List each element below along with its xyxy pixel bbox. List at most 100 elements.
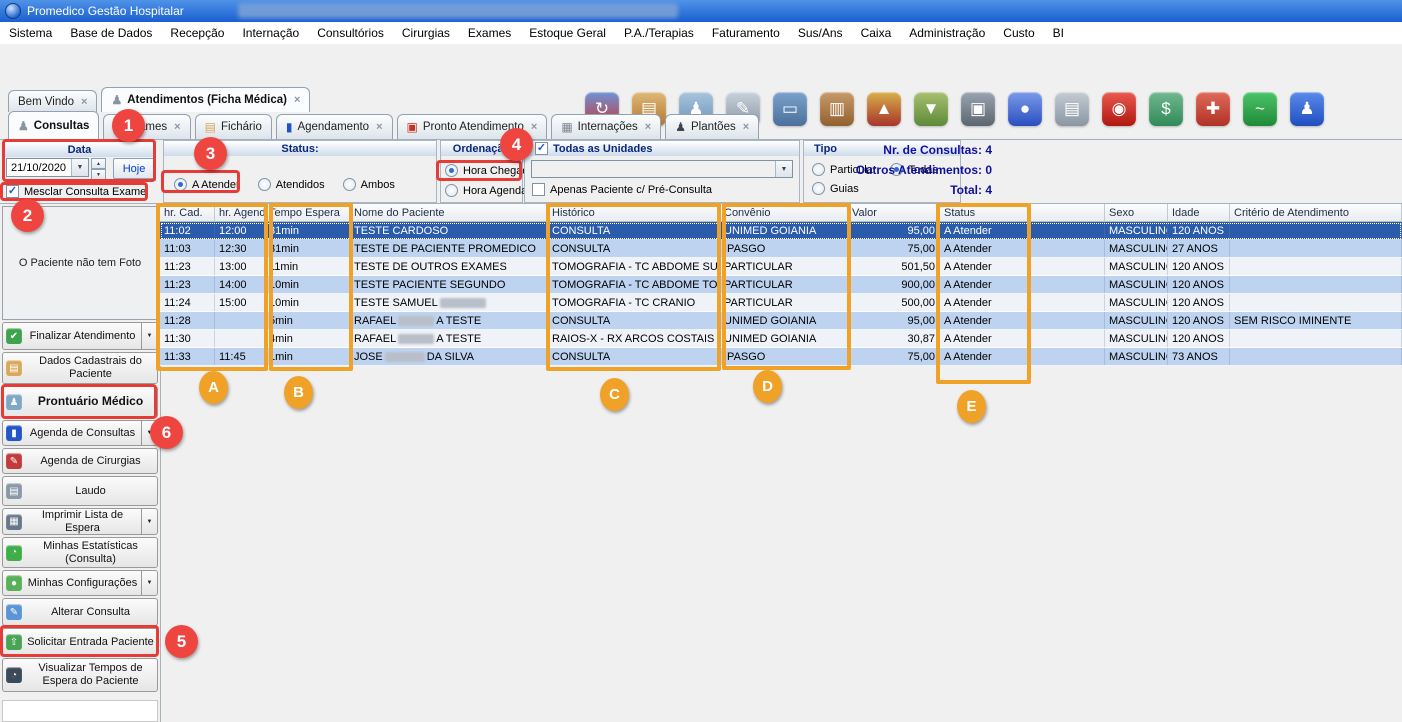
checkbox-icon[interactable] [532,183,545,196]
title-bar: Promedico Gestão Hospitalar [0,0,1402,22]
column-header-idade[interactable]: Idade [1168,204,1230,222]
menu-item-sistema[interactable]: Sistema [0,22,61,44]
highlight-hora-columns [156,203,268,371]
button-label: Finalizar Atendimento [24,329,141,344]
cell-sexo: MASCULINO [1105,294,1168,311]
menu-item-custo[interactable]: Custo [994,22,1043,44]
cell-criterio [1230,330,1402,347]
cell-criterio [1230,258,1402,275]
radio-icon[interactable] [445,184,458,197]
tab-label: Bem Vindo [18,96,74,108]
menu-item-consultorios[interactable]: Consultórios [308,22,393,44]
highlight-tempo-espera-column [269,203,353,371]
counter-nr-de-consultas: Nr. de Consultas: 4 [700,140,992,160]
redacted-text [440,298,486,308]
cell-sexo: MASCULINO [1105,312,1168,329]
subtab-plantoes[interactable]: ♟Plantões× [665,114,759,139]
close-icon[interactable]: × [645,121,651,133]
close-icon[interactable]: × [531,121,537,133]
cell-nome: TESTE DE OUTROS EXAMES [350,258,548,275]
checkbox-icon[interactable]: ✓ [535,142,548,155]
menu-item-sus-ans[interactable]: Sus/Ans [789,22,852,44]
menu-item-cirurgias[interactable]: Cirurgias [393,22,459,44]
menu-item-internacao[interactable]: Internação [233,22,308,44]
button-label: Imprimir Lista de Espera [24,508,141,535]
menu-item-exames[interactable]: Exames [459,22,520,44]
visualizar-tempos-espera-button[interactable]: ◔Visualizar Tempos deEspera do Paciente [2,658,158,692]
menu-item-caixa[interactable]: Caixa [852,22,901,44]
agenda-de-consultas-button[interactable]: ▮Agenda de Consultas▼ [2,420,158,446]
column-header-valor[interactable]: Valor [848,204,940,222]
cell-nome: RAFAEL A TESTE [350,330,548,347]
column-header-sexo[interactable]: Sexo [1105,204,1168,222]
menu-item-base-de-dados[interactable]: Base de Dados [61,22,161,44]
menu-item-estoque-geral[interactable]: Estoque Geral [520,22,615,44]
tab-bem-vindo[interactable]: Bem Vindo × [8,90,97,112]
tab-atendimentos-ficha-medica[interactable]: ♟Atendimentos (Ficha Médica)× [101,87,310,112]
menu-item-p-a-terapias[interactable]: P.A./Terapias [615,22,703,44]
cell-criterio [1230,276,1402,293]
dropdown-arrow-icon[interactable]: ▼ [141,323,157,349]
subtab-consultas[interactable]: ♟Consultas [8,111,99,139]
cell-nome: TESTE SAMUEL [350,294,548,311]
radio-icon[interactable] [343,178,356,191]
menu-item-bi[interactable]: BI [1044,22,1073,44]
button-label: Alterar Consulta [24,605,157,620]
subtab-internacoes[interactable]: ▦Internações× [551,114,661,139]
folder-patient-icon: ▤ [6,360,22,376]
cell-idade: 120 ANOS [1168,312,1230,329]
dados-cadastrais-paciente-button[interactable]: ▤Dados Cadastrais doPaciente [2,352,158,384]
dropdown-arrow-icon[interactable]: ▼ [141,571,157,595]
annotation-badge-5: 5 [165,625,198,658]
column-header-nome[interactable]: Nome do Paciente [350,204,548,222]
redacted-title-text [238,3,678,18]
report-icon: ▤ [6,483,22,499]
highlight-solicitar-button [0,625,159,657]
imprimir-lista-espera-button[interactable]: ▦Imprimir Lista de Espera▼ [2,508,158,535]
alterar-consulta-button[interactable]: ✎Alterar Consulta [2,598,158,626]
column-header-criterio[interactable]: Critério de Atendimento [1230,204,1402,222]
menu-bar: SistemaBase de DadosRecepçãoInternaçãoCo… [0,22,1402,45]
menu-item-recepcao[interactable]: Recepção [161,22,233,44]
finalizar-atendimento-button[interactable]: ✔Finalizar Atendimento▼ [2,322,158,350]
pre-consulta-label: Apenas Paciente c/ Pré-Consulta [550,184,712,196]
status-ambos-radio[interactable]: Ambos [343,178,395,191]
appointment-counters: Nr. de Consultas: 4Outros Atendimentos: … [700,140,992,200]
cell-criterio [1230,240,1402,257]
check-person-icon: ✔ [6,328,22,344]
ordenacao-hora-agendada-radio[interactable]: Hora Agendada [445,184,522,197]
cell-valor: 900,00 [848,276,940,293]
subtab-fichario[interactable]: ▤Fichário [195,114,272,139]
close-icon[interactable]: × [81,96,87,108]
status-atendidos-radio[interactable]: Atendidos [258,178,325,191]
highlight-prontuario-button [1,384,157,419]
close-icon[interactable]: × [294,94,300,106]
radio-label: Atendidos [276,179,325,191]
cell-sexo: MASCULINO [1105,276,1168,293]
highlight-status-column [936,203,1031,384]
subtab-agendamento[interactable]: ▮Agendamento× [276,114,393,139]
pencil-icon: ✎ [6,604,22,620]
radio-label: Ambos [361,179,395,191]
counter-outros-atendimentos: Outros Atendimentos: 0 [700,160,992,180]
main-tab-bar: Bem Vindo×♟Atendimentos (Ficha Médica)× [0,88,1402,112]
cell-valor: 501,50 [848,258,940,275]
all-units-label: Todas as Unidades [553,143,652,155]
close-icon[interactable]: × [743,121,749,133]
button-label: Dados Cadastrais doPaciente [24,354,157,381]
dropdown-arrow-icon[interactable]: ▼ [141,509,157,534]
minhas-configuracoes-button[interactable]: ●Minhas Configurações▼ [2,570,158,596]
menu-item-faturamento[interactable]: Faturamento [703,22,789,44]
minhas-estatisticas-button[interactable]: ◔Minhas Estatísticas(Consulta) [2,537,158,568]
agenda-de-cirurgias-button[interactable]: ✎Agenda de Cirurgias [2,448,158,474]
laudo-button[interactable]: ▤Laudo [2,476,158,506]
close-icon[interactable]: × [376,121,382,133]
card-file-icon: ▤ [205,121,216,133]
sub-tab-bar: ♟Consultas●Exames×▤Fichário▮Agendamento×… [0,112,1402,140]
ambulance-icon: ▣ [407,121,418,133]
cell-idade: 120 ANOS [1168,258,1230,275]
radio-icon[interactable] [258,178,271,191]
close-icon[interactable]: × [174,121,180,133]
menu-item-administracao[interactable]: Administração [900,22,994,44]
cell-sexo: MASCULINO [1105,222,1168,239]
